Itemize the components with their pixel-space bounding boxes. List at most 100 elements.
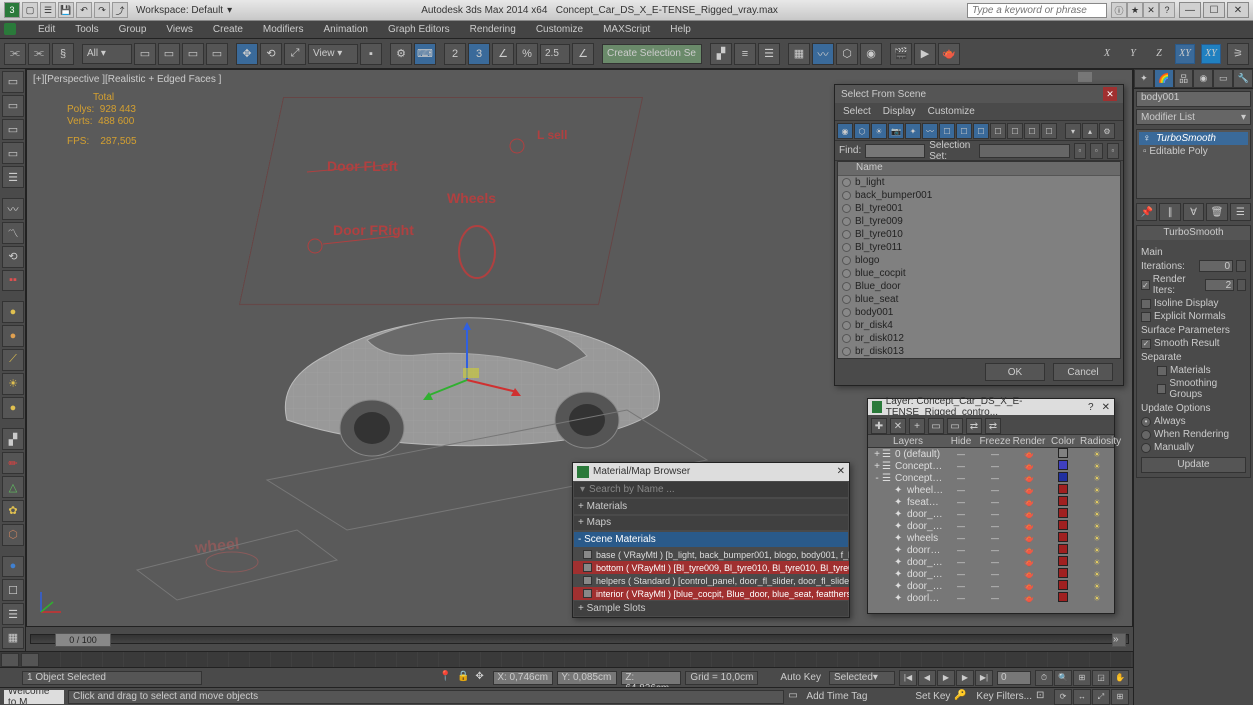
lt-btn-06[interactable]: 〰 bbox=[2, 198, 24, 220]
layer-props-button[interactable]: ⇄ bbox=[985, 418, 1001, 434]
lt-btn-23[interactable]: ▦ bbox=[2, 627, 24, 649]
layer-row[interactable]: ✦door_fl_slider——🫖☀ bbox=[868, 580, 1114, 592]
axis-z-button[interactable]: Z bbox=[1149, 44, 1169, 64]
layer-manager-icon[interactable]: ☰ bbox=[758, 43, 780, 65]
edge-constraint-icon[interactable]: ∠ bbox=[572, 43, 594, 65]
menu-tools[interactable]: Tools bbox=[71, 22, 102, 37]
layer-row[interactable]: ✦doorl_text001——🫖☀ bbox=[868, 592, 1114, 604]
menu-graph-editors[interactable]: Graph Editors bbox=[384, 22, 454, 37]
exchange-icon[interactable]: ✕ bbox=[1143, 2, 1159, 18]
layer-col-render[interactable]: Render bbox=[1012, 436, 1046, 447]
update-manual-radio[interactable] bbox=[1141, 443, 1151, 453]
axis-x-button[interactable]: X bbox=[1097, 44, 1117, 64]
menu-views[interactable]: Views bbox=[162, 22, 197, 37]
sfs-menu-customize[interactable]: Customize bbox=[928, 106, 975, 117]
layer-delete-button[interactable]: ✕ bbox=[890, 418, 906, 434]
lt-btn-07[interactable]: 〽 bbox=[2, 222, 24, 244]
sfs-item[interactable]: Blue_door bbox=[838, 280, 1120, 293]
schematic-view-icon[interactable]: ⬡ bbox=[836, 43, 858, 65]
layer-col-freeze[interactable]: Freeze bbox=[978, 436, 1012, 447]
select-region-icon[interactable]: ▭ bbox=[182, 43, 204, 65]
key-mode-dropdown[interactable]: Selected ▾ bbox=[829, 671, 895, 685]
transform-typein-button[interactable]: ✥ bbox=[475, 671, 489, 685]
nav-orbit-button[interactable]: ⟳ bbox=[1054, 689, 1072, 705]
cmd-tab-motion[interactable]: ◉ bbox=[1193, 69, 1213, 88]
help-icon[interactable]: ? bbox=[1159, 2, 1175, 18]
sfs-filter-bone[interactable]: ☐ bbox=[973, 123, 989, 139]
layer-help-button[interactable]: ? bbox=[1088, 402, 1094, 413]
lt-btn-13[interactable]: ☀ bbox=[2, 373, 24, 395]
mod-editable-poly[interactable]: ▫ Editable Poly bbox=[1139, 145, 1248, 158]
sfs-item[interactable]: blue_seat bbox=[838, 293, 1120, 306]
add-time-tag-button[interactable]: Add Time Tag bbox=[806, 691, 867, 702]
sfs-item[interactable]: br_disk4 bbox=[838, 319, 1120, 332]
iter-spinner[interactable] bbox=[1236, 260, 1246, 272]
cmd-tab-display[interactable]: ▭ bbox=[1213, 69, 1233, 88]
sfs-item[interactable]: Bl_tyre011 bbox=[838, 241, 1120, 254]
z-coord-input[interactable]: Z: 64,826cm bbox=[621, 671, 681, 685]
sfs-column-name[interactable]: Name bbox=[838, 162, 1120, 176]
manipulate-icon[interactable]: ⚙ bbox=[390, 43, 412, 65]
listener-mini[interactable]: Welcome to M bbox=[4, 690, 64, 704]
layer-row[interactable]: +☰Concept_C...NSE_R...——🫖☀ bbox=[868, 460, 1114, 472]
minimize-button[interactable]: — bbox=[1179, 2, 1201, 18]
menu-help[interactable]: Help bbox=[666, 22, 695, 37]
lt-btn-17[interactable]: △ bbox=[2, 476, 24, 498]
mat-search-input[interactable]: ▾ Search by Name ... bbox=[574, 482, 848, 497]
render-iters-checkbox[interactable]: ✓ bbox=[1141, 280, 1150, 290]
rollout-header[interactable]: TurboSmooth bbox=[1137, 226, 1250, 240]
y-coord-input[interactable]: Y: 0,085cm bbox=[557, 671, 617, 685]
next-frame-button[interactable]: ▶ bbox=[956, 670, 974, 686]
mod-unique-button[interactable]: ∀ bbox=[1183, 203, 1204, 221]
lt-btn-22[interactable]: ☰ bbox=[2, 603, 24, 625]
lt-btn-15[interactable]: ▞ bbox=[2, 428, 24, 450]
mat-cat-maps[interactable]: + Maps bbox=[574, 516, 848, 531]
nav-zoom-button[interactable]: 🔍 bbox=[1054, 670, 1072, 686]
layer-row[interactable]: ✦wheels——🫖☀ bbox=[868, 532, 1114, 544]
select-move-icon[interactable]: ✥ bbox=[236, 43, 258, 65]
sfs-filter-cam[interactable]: 📷 bbox=[888, 123, 904, 139]
render-setup-icon[interactable]: 🎬 bbox=[890, 43, 912, 65]
sfs-filter-xref[interactable]: ☐ bbox=[956, 123, 972, 139]
lock-selection-button[interactable]: 📍 bbox=[439, 671, 453, 685]
time-config-button[interactable]: ⏱ bbox=[1035, 670, 1053, 686]
sfs-menu-select[interactable]: Select bbox=[843, 106, 871, 117]
nav-max-button[interactable]: ⊞ bbox=[1111, 689, 1129, 705]
layer-new-button[interactable]: ✚ bbox=[871, 418, 887, 434]
mat-cat-scene[interactable]: - Scene Materials bbox=[574, 532, 848, 547]
axis-extra-icon[interactable]: ⚞ bbox=[1227, 43, 1249, 65]
select-from-scene-dialog[interactable]: Select From Scene ✕ Select Display Custo… bbox=[834, 84, 1124, 386]
sfs-filter-geom[interactable]: ◉ bbox=[837, 123, 853, 139]
update-button[interactable]: Update bbox=[1141, 457, 1246, 473]
nav-walk-button[interactable]: ⤢ bbox=[1092, 689, 1110, 705]
timeline-handle[interactable]: 0 / 100 bbox=[55, 633, 111, 647]
sfs-tb-14[interactable]: ▾ bbox=[1065, 123, 1081, 139]
abs-rel-button[interactable]: 🔒 bbox=[457, 671, 471, 685]
curve-editor-icon[interactable]: 〰 bbox=[812, 43, 834, 65]
window-crossing-icon[interactable]: ▭ bbox=[206, 43, 228, 65]
keyboard-shortcut-icon[interactable]: ⌨ bbox=[414, 43, 436, 65]
align-icon[interactable]: ≡ bbox=[734, 43, 756, 65]
snap-3d-icon[interactable]: 3 bbox=[468, 43, 490, 65]
isolate-button[interactable]: ⊡ bbox=[1036, 690, 1050, 704]
layer-manager-dialog[interactable]: Layer: Concept_Car_DS_X_E-TENSE_Rigged_c… bbox=[867, 398, 1115, 614]
select-object-icon[interactable]: ▭ bbox=[134, 43, 156, 65]
current-frame-input[interactable]: 0 bbox=[997, 671, 1031, 685]
layer-add-button[interactable]: + bbox=[909, 418, 925, 434]
lt-btn-14[interactable]: ● bbox=[2, 397, 24, 419]
x-coord-input[interactable]: X: 0,746cm bbox=[493, 671, 553, 685]
mod-configure-button[interactable]: ☰ bbox=[1230, 203, 1251, 221]
render-icon[interactable]: 🫖 bbox=[938, 43, 960, 65]
sfs-filter-light[interactable]: ☀ bbox=[871, 123, 887, 139]
app-badge-icon[interactable] bbox=[4, 23, 16, 35]
layer-row[interactable]: +☰0 (default)——🫖☀ bbox=[868, 448, 1114, 460]
cmd-tab-create[interactable]: ✦ bbox=[1134, 69, 1154, 88]
menu-maxscript[interactable]: MAXScript bbox=[599, 22, 654, 37]
isoline-checkbox[interactable] bbox=[1141, 299, 1151, 309]
material-item[interactable]: interior ( VRayMtl ) [blue_cocpit, Blue_… bbox=[573, 587, 849, 600]
layer-hide-button[interactable]: ⇄ bbox=[966, 418, 982, 434]
layer-close-button[interactable]: ✕ bbox=[1102, 402, 1110, 413]
render-iters-input[interactable]: 2 bbox=[1205, 279, 1234, 291]
viewport-label[interactable]: [+][Perspective ][Realistic + Edged Face… bbox=[33, 74, 221, 85]
infocenter-icon[interactable]: ⓘ bbox=[1111, 2, 1127, 18]
